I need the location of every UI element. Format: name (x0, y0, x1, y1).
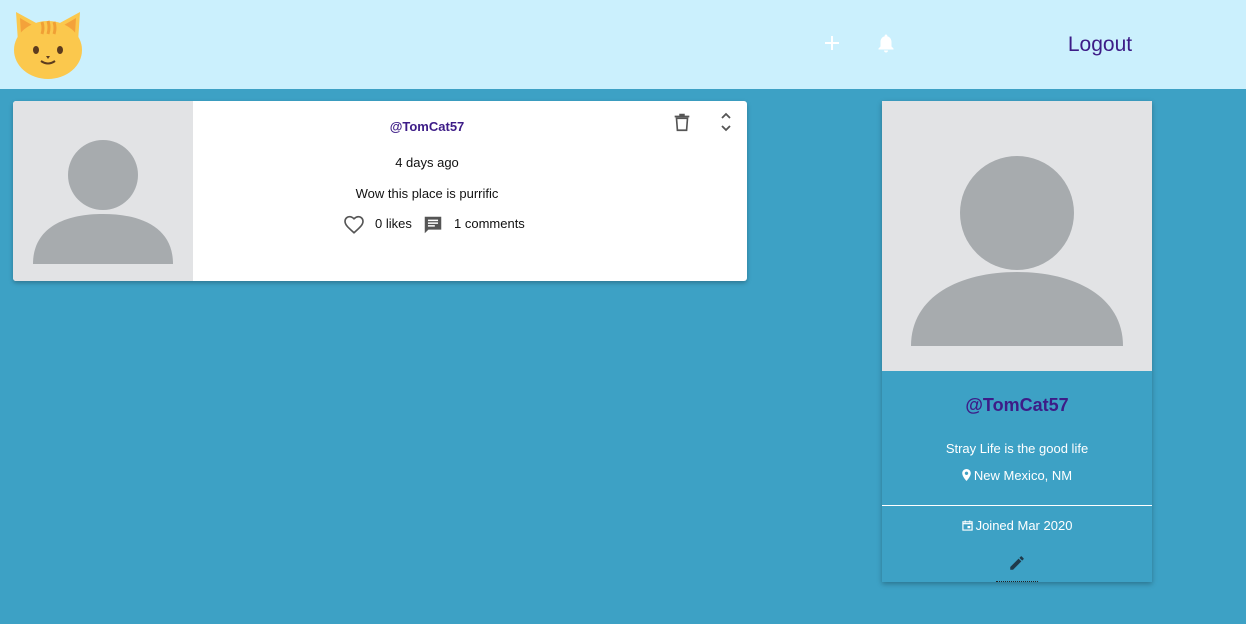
delete-post-button[interactable] (671, 111, 693, 133)
heart-outline-icon (343, 215, 365, 240)
avatar-placeholder-icon (911, 156, 1123, 346)
comment-icon (422, 216, 444, 240)
likes-count: 0 likes (375, 216, 412, 231)
comments-count: 1 comments (454, 216, 525, 231)
unfold-icon (715, 112, 737, 138)
calendar-icon (961, 519, 973, 534)
profile-card: @TomCat57 Stray Life is the good life Ne… (882, 101, 1152, 582)
profile-location: New Mexico, NM (882, 468, 1152, 484)
post-avatar-image (13, 101, 193, 281)
top-navbar: Logout (0, 0, 1246, 89)
edit-profile-button[interactable] (996, 549, 1038, 582)
post-card: @TomCat57 4 days ago Wow this place is p… (13, 101, 747, 281)
avatar-placeholder-icon (33, 140, 173, 264)
like-button[interactable] (343, 214, 365, 236)
profile-joined-text: Joined Mar 2020 (975, 518, 1073, 533)
cat-logo-icon[interactable] (12, 8, 84, 80)
location-pin-icon (962, 469, 971, 484)
profile-joined: Joined Mar 2020 (882, 518, 1152, 534)
bell-icon (877, 33, 895, 58)
add-post-button[interactable] (817, 30, 847, 60)
post-body-text: Wow this place is purrific (355, 186, 499, 201)
post-user-handle[interactable]: @TomCat57 (340, 119, 514, 134)
logout-button[interactable]: Logout (1058, 31, 1142, 59)
profile-location-text: New Mexico, NM (973, 468, 1073, 483)
trash-icon (671, 113, 693, 137)
comments-button[interactable] (422, 214, 444, 236)
expand-post-button[interactable] (715, 110, 737, 134)
profile-handle: @TomCat57 (965, 395, 1069, 415)
pencil-icon (1008, 554, 1026, 577)
profile-bio: Stray Life is the good life (945, 441, 1089, 456)
plus-icon (823, 34, 841, 57)
profile-avatar-image[interactable] (882, 101, 1152, 371)
profile-divider (882, 505, 1152, 506)
post-timestamp: 4 days ago (395, 155, 459, 170)
notifications-button[interactable] (871, 30, 901, 60)
